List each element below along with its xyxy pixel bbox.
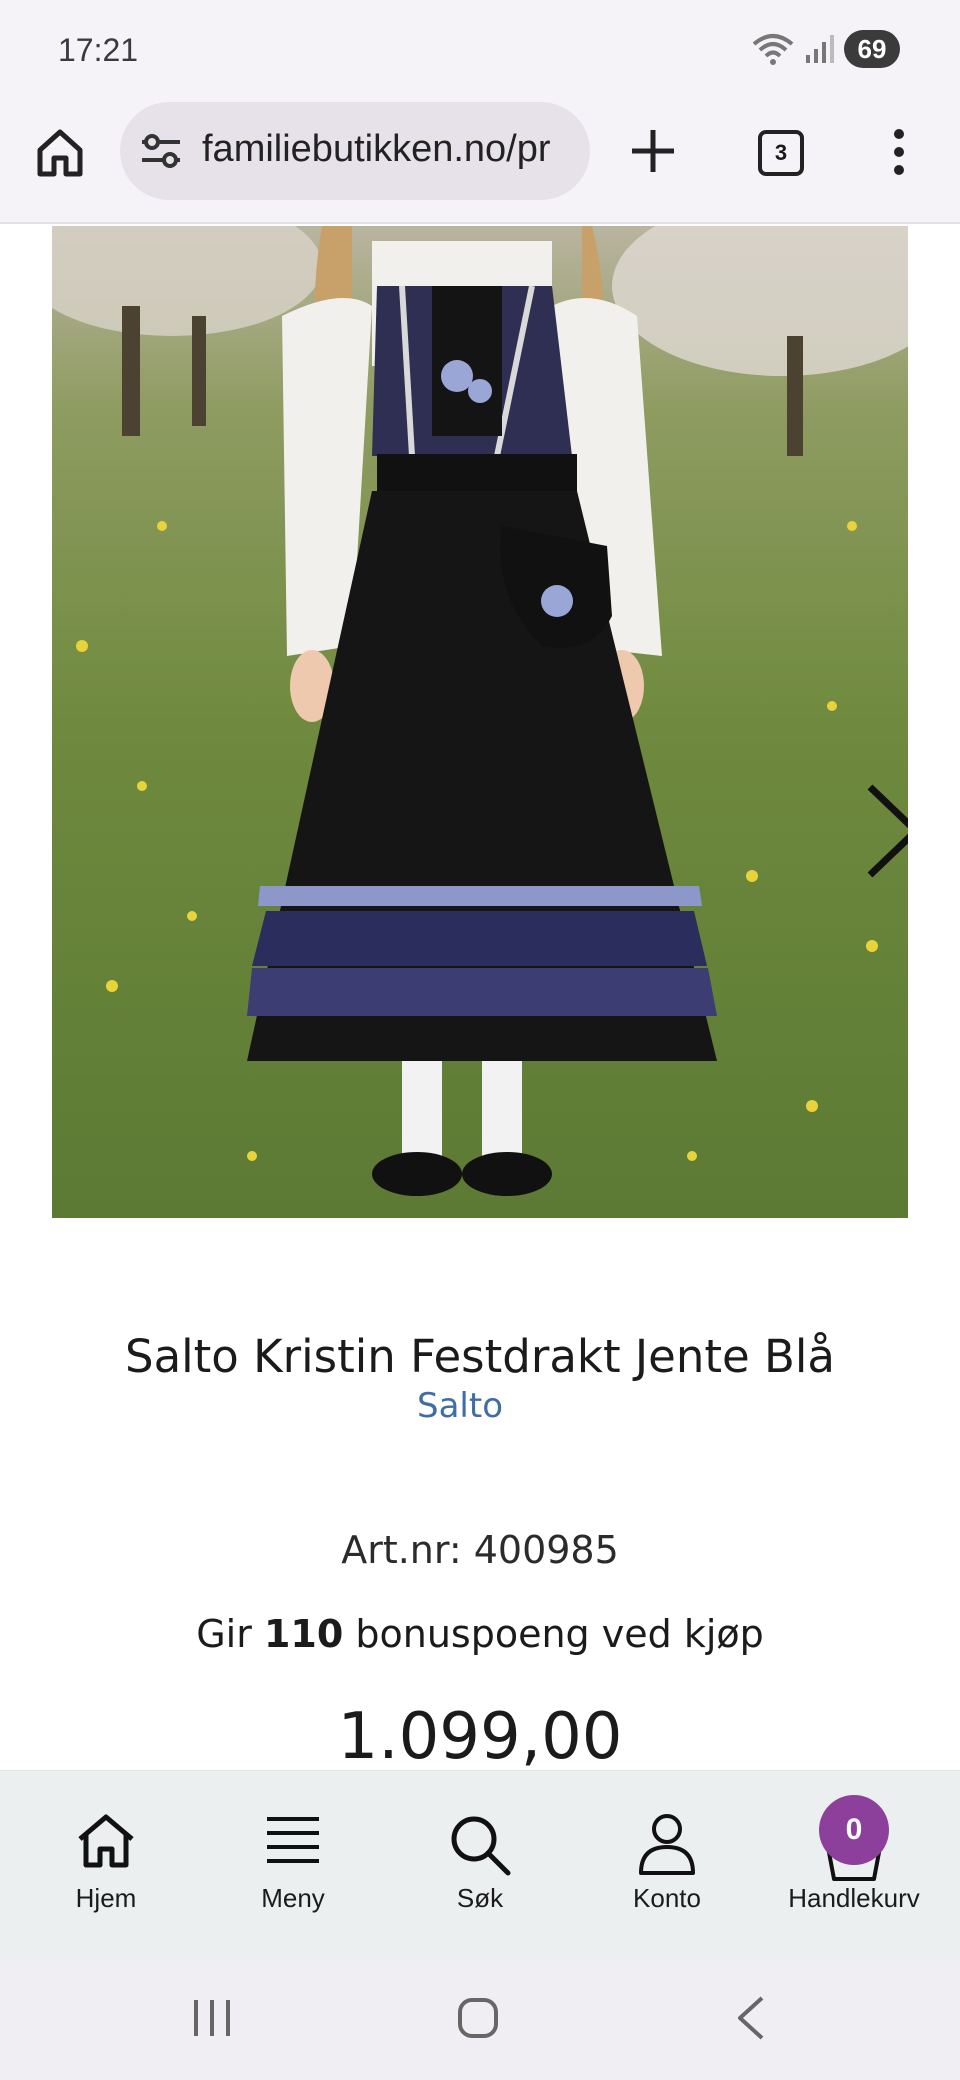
battery-indicator: 69 [844,30,900,68]
bonus-suffix: bonuspoeng ved kjøp [355,1612,764,1656]
status-bar: 17:21 69 [0,0,960,100]
status-icons: 69 [752,30,900,68]
back-icon[interactable] [730,1996,774,2040]
home-icon[interactable] [32,124,88,180]
home-button-icon[interactable] [456,1996,500,2040]
cart-count-badge: 0 [819,1795,889,1865]
site-settings-icon[interactable] [140,132,182,170]
product-photo [52,226,908,1218]
status-time: 17:21 [58,32,139,68]
bottom-navigation: Hjem Meny Søk Konto 0 Handlekurv [0,1770,960,1961]
bonus-points-value: 110 [263,1612,344,1656]
bonus-prefix: Gir [196,1612,252,1656]
brand-link[interactable]: Salto [0,1386,920,1426]
nav-account[interactable]: Konto [573,1771,761,1961]
nav-menu[interactable]: Meny [199,1771,387,1961]
new-tab-icon[interactable] [628,126,678,176]
product-image[interactable] [52,226,908,1218]
recent-apps-icon[interactable] [190,1996,234,2040]
nav-label: Konto [633,1883,701,1913]
home-icon [78,1814,134,1868]
more-options-icon[interactable] [888,128,910,176]
nav-search[interactable]: Søk [386,1771,574,1961]
nav-cart[interactable]: 0 Handlekurv [760,1771,948,1961]
signal-icon [806,35,834,63]
tab-switcher-button[interactable]: 3 [758,130,804,176]
wifi-icon [752,34,794,65]
system-navigation-bar [0,1960,960,2080]
search-icon [451,1816,511,1876]
menu-icon [267,1817,319,1863]
account-icon [639,1814,695,1875]
url-text[interactable]: familiebutikken.no/pr [202,128,551,171]
nav-label: Hjem [75,1883,137,1913]
chevron-right-icon[interactable] [862,781,908,881]
bonus-points-text: Gir 110 bonuspoeng ved kjøp [0,1612,960,1656]
product-price: 1.099,00 [337,1700,623,1770]
nav-label: Søk [456,1883,504,1913]
product-title: Salto Kristin Festdrakt Jente Blå [125,1330,835,1384]
nav-label: Handlekurv [788,1883,920,1913]
browser-toolbar: familiebutikken.no/pr 3 [0,100,960,224]
article-number: Art.nr: 400985 [341,1528,619,1572]
address-bar[interactable]: familiebutikken.no/pr [120,102,590,200]
nav-home[interactable]: Hjem [12,1771,200,1961]
nav-label: Meny [261,1883,325,1913]
